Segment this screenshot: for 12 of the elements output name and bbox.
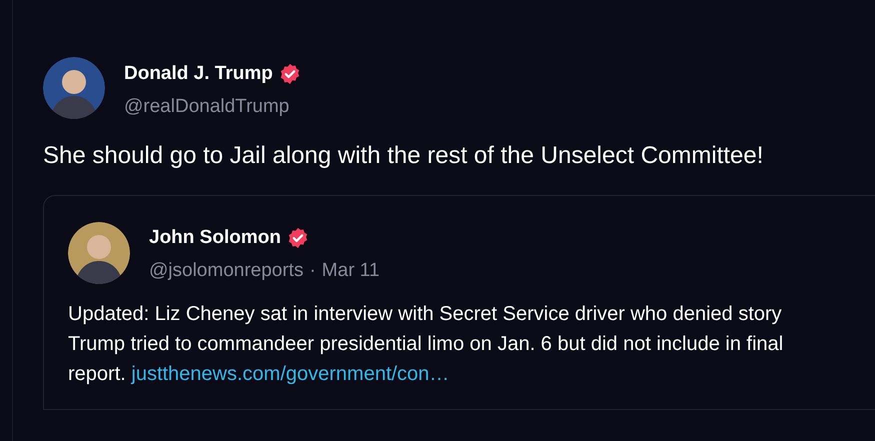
article-link[interactable]: justthenews.com/government/con… xyxy=(131,363,450,385)
avatar-icon[interactable] xyxy=(43,57,105,119)
author-name[interactable]: Donald J. Trump xyxy=(124,60,273,88)
quoted-author-handle[interactable]: @jsolomonreports xyxy=(149,256,304,285)
quoted-post-text: Updated: Liz Cheney sat in interview with Secret Service driver who denied story Trump tried to commandeer presidential limo on Jan. 6 but did not include in final report. justthenews.com/government/con… xyxy=(68,302,784,387)
post-text: She should go to Jail along with the rest of the Unselect Committee! xyxy=(43,141,764,171)
author-handle[interactable]: @realDonaldTrump xyxy=(124,92,301,121)
quoted-post-card[interactable] xyxy=(43,195,875,410)
separator-dot: · xyxy=(309,258,316,282)
avatar-icon[interactable] xyxy=(68,222,130,284)
post-date[interactable]: Mar 11 xyxy=(322,256,380,285)
quoted-author-name[interactable]: John Solomon xyxy=(149,224,281,252)
